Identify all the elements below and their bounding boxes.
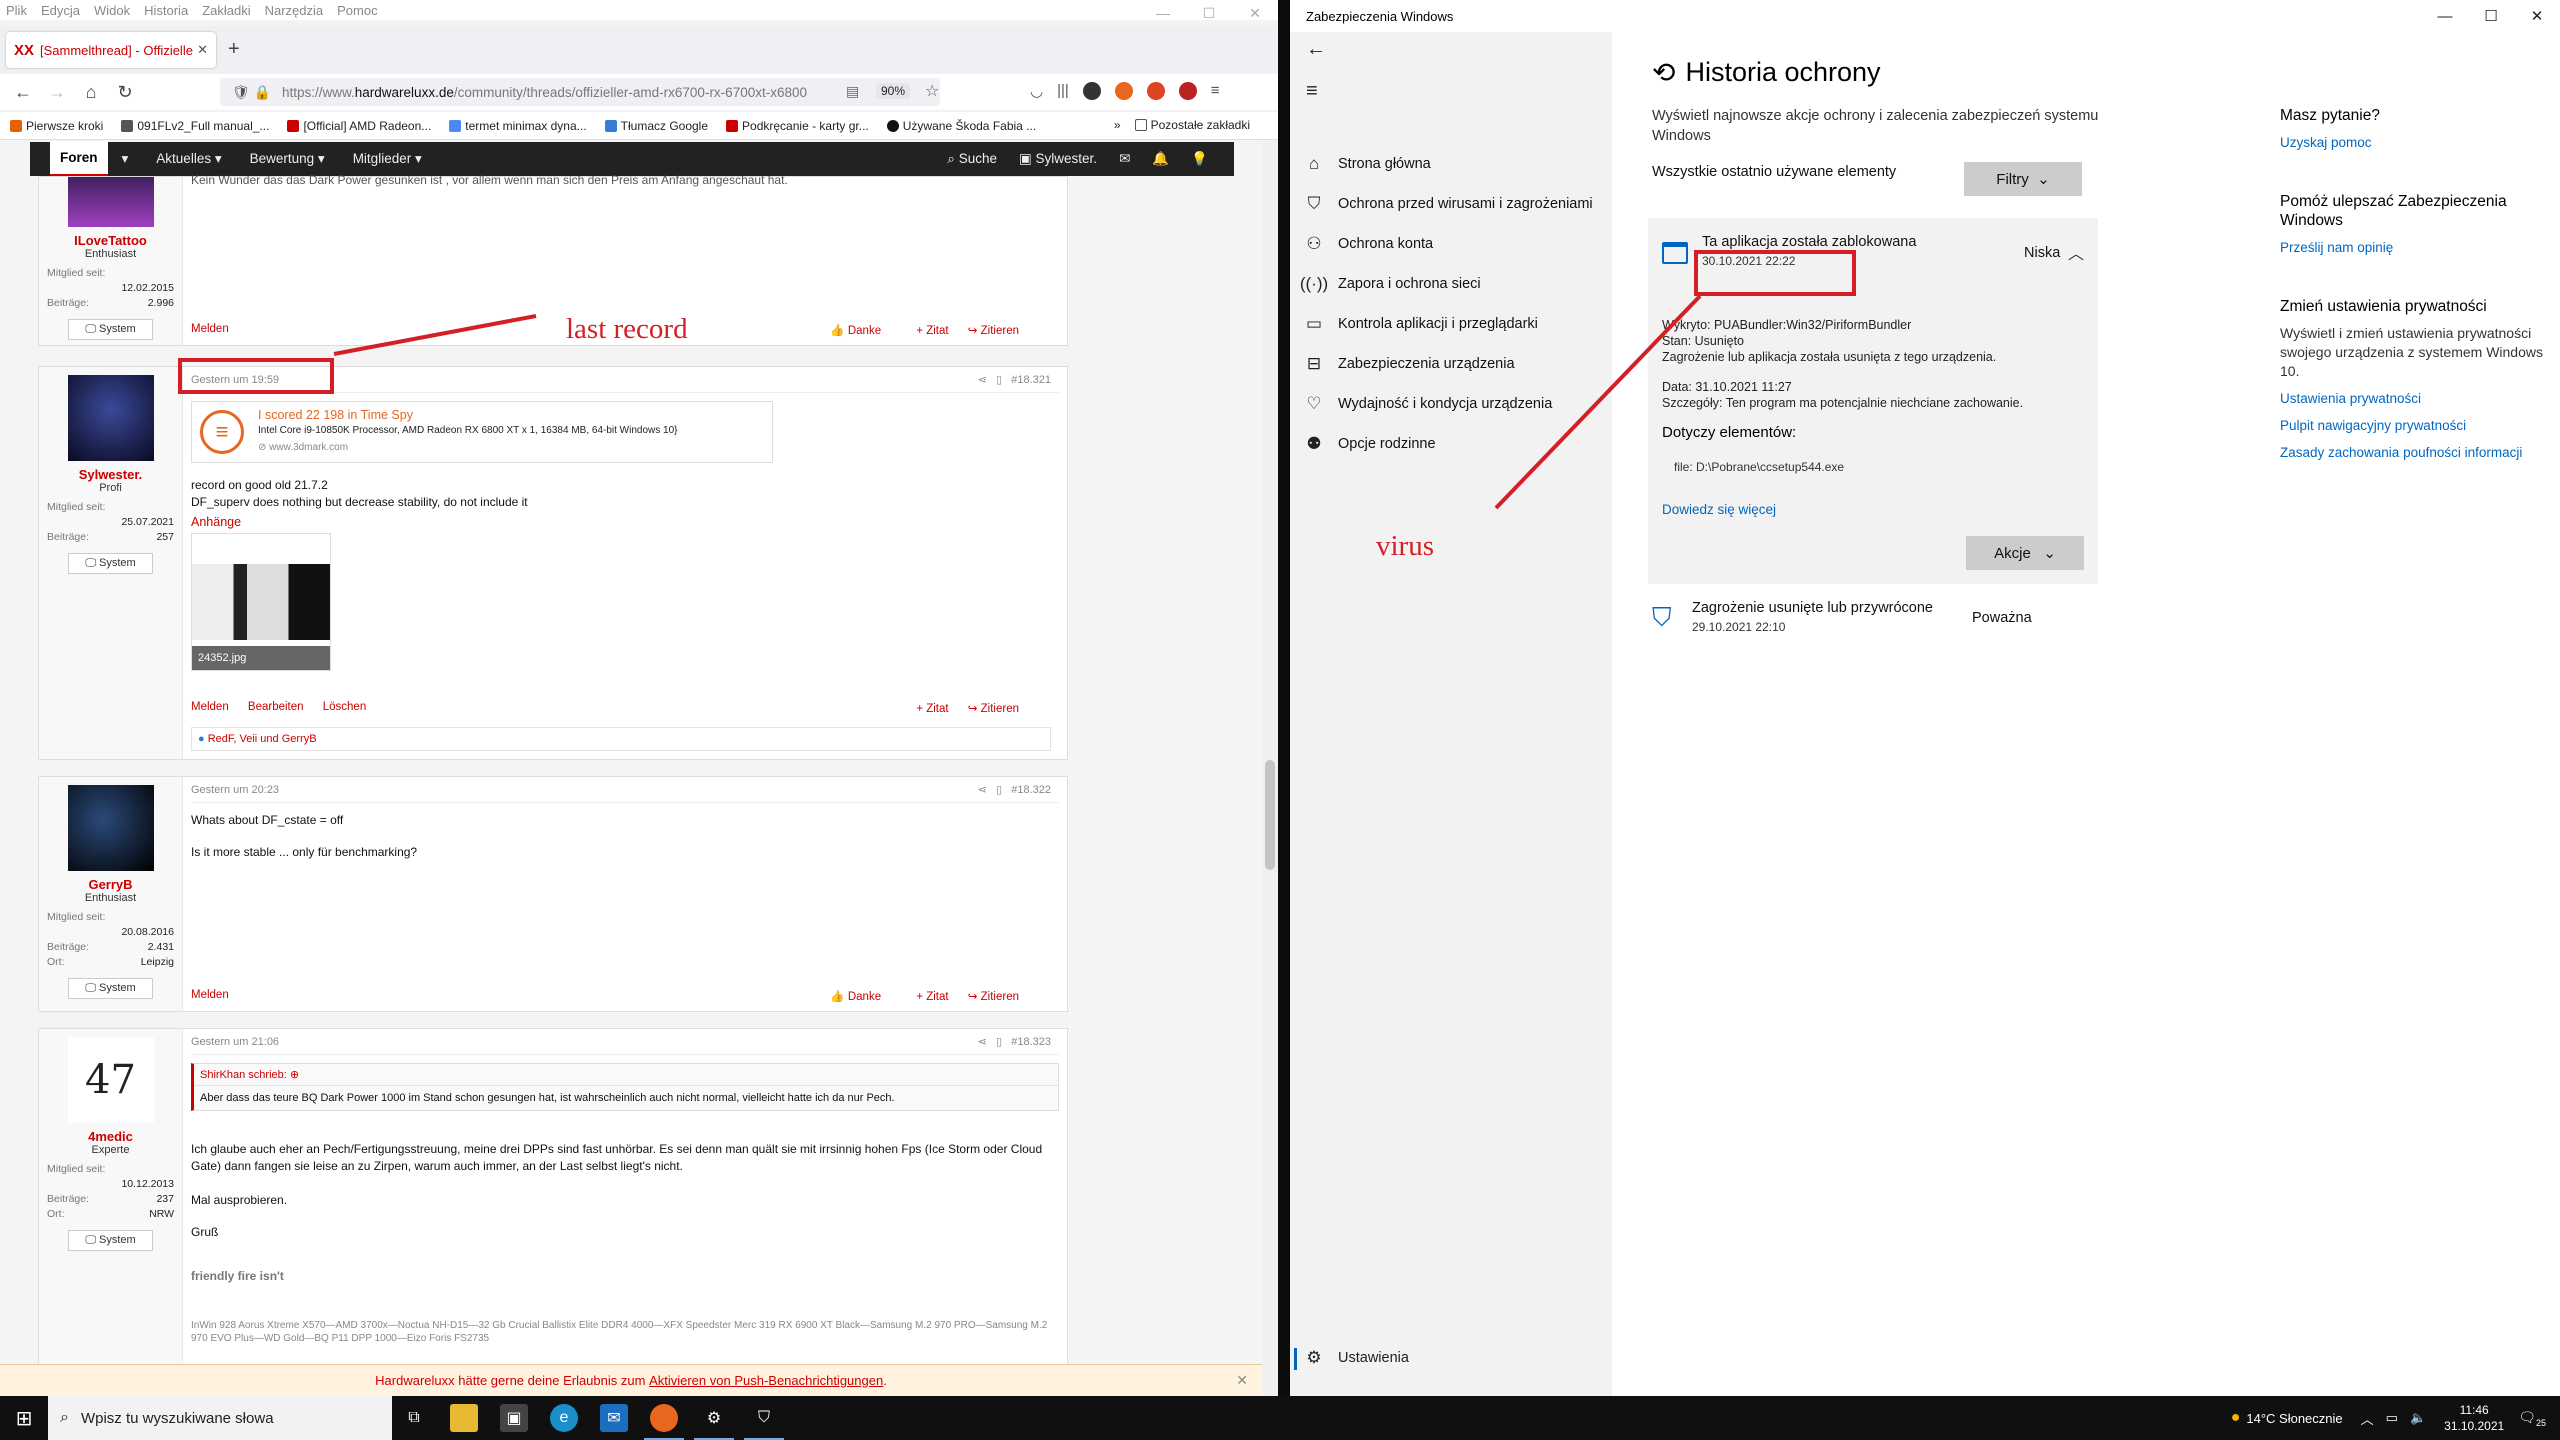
tray-chevron-icon[interactable]: ︿ <box>2361 1409 2374 1428</box>
task-view-icon[interactable]: ⧉ <box>400 1404 428 1432</box>
annotation-virus: virus <box>1376 530 1434 562</box>
network-icon[interactable]: ▭ <box>2386 1410 2398 1426</box>
taskbar: ⊞ ⌕ Wpisz tu wyszukiwane słowa ⧉ ▣ e ✉ ⚙ … <box>0 1396 2560 1440</box>
search-icon: ⌕ <box>60 1409 69 1426</box>
mail-icon[interactable]: ✉ <box>600 1404 628 1432</box>
system-tray: ● 14°C Słonecznie ︿ ▭ 🔈 11:46 31.10.2021… <box>2231 1396 2560 1440</box>
edge-icon[interactable]: e <box>550 1404 578 1432</box>
clock[interactable]: 11:46 31.10.2021 <box>2444 1402 2504 1434</box>
notifications-icon[interactable]: 🗨25 <box>2518 1409 2546 1428</box>
firefox-icon[interactable] <box>650 1404 678 1432</box>
windows-logo-icon: ⊞ <box>15 1407 33 1430</box>
volume-icon[interactable]: 🔈 <box>2410 1410 2426 1426</box>
windows-security-icon[interactable]: ⛉ <box>750 1404 778 1432</box>
window-divider <box>1278 0 1290 1396</box>
annotation-line-virus <box>1494 294 1702 510</box>
settings-icon[interactable]: ⚙ <box>700 1404 728 1432</box>
file-explorer-icon[interactable] <box>450 1404 478 1432</box>
start-button[interactable]: ⊞ <box>0 1396 48 1440</box>
weather-sun-icon[interactable]: ● <box>2231 1409 2241 1427</box>
annotation-last-record: last record <box>566 313 688 345</box>
weather-text[interactable]: 14°C Słonecznie <box>2246 1411 2342 1426</box>
windows-security-window: Zabezpieczenia Windows — ☐ ✕ ← ≡ ⌂ Strona… <box>1290 0 2560 1396</box>
firefox-window: Plik Edycja Widok Historia Zakładki Narz… <box>0 0 1278 1396</box>
annotation-line-last-record <box>333 314 537 356</box>
taskbar-search[interactable]: ⌕ Wpisz tu wyszukiwane słowa <box>48 1396 392 1440</box>
store-icon[interactable]: ▣ <box>500 1404 528 1432</box>
